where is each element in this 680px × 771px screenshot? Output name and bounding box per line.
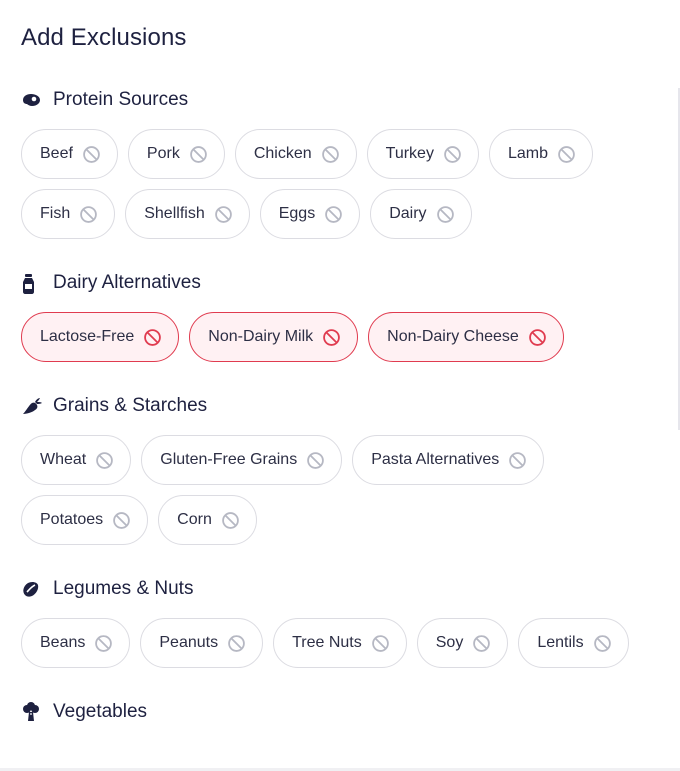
ban-icon [436,205,455,224]
ban-icon [443,145,462,164]
chip-list: Lactose-Free Non-Dairy Milk Non-Dairy Chee… [21,312,661,362]
chip-label: Turkey [385,145,434,162]
chip-label: Lactose-Free [40,328,135,345]
ban-icon [82,145,101,164]
chip-list: Beef Pork Chicken Turkey Lamb Fish Shellfish Eg… [21,129,661,239]
exclusion-chip-pork[interactable]: Pork [127,129,225,179]
section-header: Grains & Starches [21,392,680,420]
section-header: Legumes & Nuts [21,575,680,603]
exclusion-chip-non-dairy-milk[interactable]: Non-Dairy Milk [189,312,359,362]
exclusion-chip-beef[interactable]: Beef [21,129,118,179]
chip-label: Tree Nuts [292,634,362,651]
section-title: Grains & Starches [53,395,208,416]
section-title: Protein Sources [53,89,189,110]
exclusion-chip-lactose-free[interactable]: Lactose-Free [21,312,180,362]
exclusion-chip-eggs[interactable]: Eggs [259,189,361,239]
exclusion-chip-lamb[interactable]: Lamb [488,129,593,179]
section-dairy-alternatives: Dairy Alternatives Lactose-Free Non-Dairy … [21,269,680,362]
exclusion-chip-peanuts[interactable]: Peanuts [140,618,264,668]
exclusion-chip-turkey[interactable]: Turkey [366,129,479,179]
chip-label: Potatoes [40,511,104,528]
exclusions-panel: Add Exclusions Protein Sources Beef Pork Ch… [0,0,680,771]
exclusion-chip-non-dairy-cheese[interactable]: Non-Dairy Cheese [368,312,564,362]
chip-label: Peanuts [159,634,219,651]
exclusion-chip-dairy[interactable]: Dairy [370,189,472,239]
chip-label: Wheat [40,451,87,468]
exclusion-chip-gluten-free-grains[interactable]: Gluten-Free Grains [141,435,343,485]
section-protein-sources: Protein Sources Beef Pork Chicken Turkey Lamb… [21,86,680,239]
section-header: Protein Sources [21,86,680,114]
section-title: Legumes & Nuts [53,578,194,599]
chip-label: Pasta Alternatives [371,451,500,468]
chip-label: Pork [146,145,180,162]
exclusion-chip-wheat[interactable]: Wheat [21,435,132,485]
ban-icon [221,511,240,530]
chip-label: Non-Dairy Milk [208,328,314,345]
broccoli-icon [21,701,43,723]
exclusion-chip-soy[interactable]: Soy [416,618,509,668]
ban-icon [528,328,547,347]
section-grains-starches: Grains & Starches Wheat Gluten-Free Grains… [21,392,680,545]
chip-label: Beans [40,634,86,651]
ban-icon [143,328,162,347]
ban-icon [593,634,612,653]
ban-icon [324,205,343,224]
exclusion-chip-tree-nuts[interactable]: Tree Nuts [273,618,407,668]
ban-icon [214,205,233,224]
chip-label: Lamb [507,145,548,162]
seed-icon [21,578,43,600]
ban-icon [189,145,208,164]
exclusion-chip-corn[interactable]: Corn [158,495,257,545]
ban-icon [227,634,246,653]
section-vegetables: Vegetables [21,698,680,726]
section-title: Dairy Alternatives [53,272,201,293]
exclusion-chip-beans[interactable]: Beans [21,618,131,668]
section-header: Vegetables [21,698,680,726]
chip-label: Fish [40,205,71,222]
exclusion-chip-potatoes[interactable]: Potatoes [21,495,149,545]
chip-label: Chicken [253,145,312,162]
ban-icon [306,451,325,470]
milk-bottle-icon [21,272,43,294]
exclusion-chip-fish[interactable]: Fish [21,189,116,239]
section-header: Dairy Alternatives [21,269,680,297]
ban-icon [95,451,114,470]
section-title: Vegetables [53,701,148,722]
ban-icon [112,511,131,530]
section-legumes-nuts: Legumes & Nuts Beans Peanuts Tree Nuts Soy Le… [21,575,680,668]
sections-container: Protein Sources Beef Pork Chicken Turkey Lamb… [21,86,680,726]
chip-label: Non-Dairy Cheese [387,328,519,345]
chip-label: Shellfish [144,205,205,222]
ban-icon [508,451,527,470]
chip-label: Dairy [389,205,427,222]
page-title: Add Exclusions [21,24,187,51]
ban-icon [94,634,113,653]
chip-label: Eggs [278,205,316,222]
chip-label: Beef [40,145,73,162]
chip-label: Gluten-Free Grains [160,451,298,468]
exclusion-chip-pasta-alternatives[interactable]: Pasta Alternatives [352,435,545,485]
carrot-icon [21,395,43,417]
ban-icon [322,328,341,347]
exclusion-chip-shellfish[interactable]: Shellfish [125,189,250,239]
ban-icon [321,145,340,164]
chip-list: Wheat Gluten-Free Grains Pasta Alternative… [21,435,661,545]
exclusion-chip-chicken[interactable]: Chicken [234,129,357,179]
ban-icon [79,205,98,224]
ban-icon [557,145,576,164]
chip-label: Lentils [537,634,584,651]
exclusion-chip-lentils[interactable]: Lentils [518,618,629,668]
chip-label: Soy [435,634,464,651]
chip-label: Corn [177,511,212,528]
chip-list: Beans Peanuts Tree Nuts Soy Lentils [21,618,661,668]
ban-icon [371,634,390,653]
ban-icon [472,634,491,653]
meat-icon [21,89,43,111]
